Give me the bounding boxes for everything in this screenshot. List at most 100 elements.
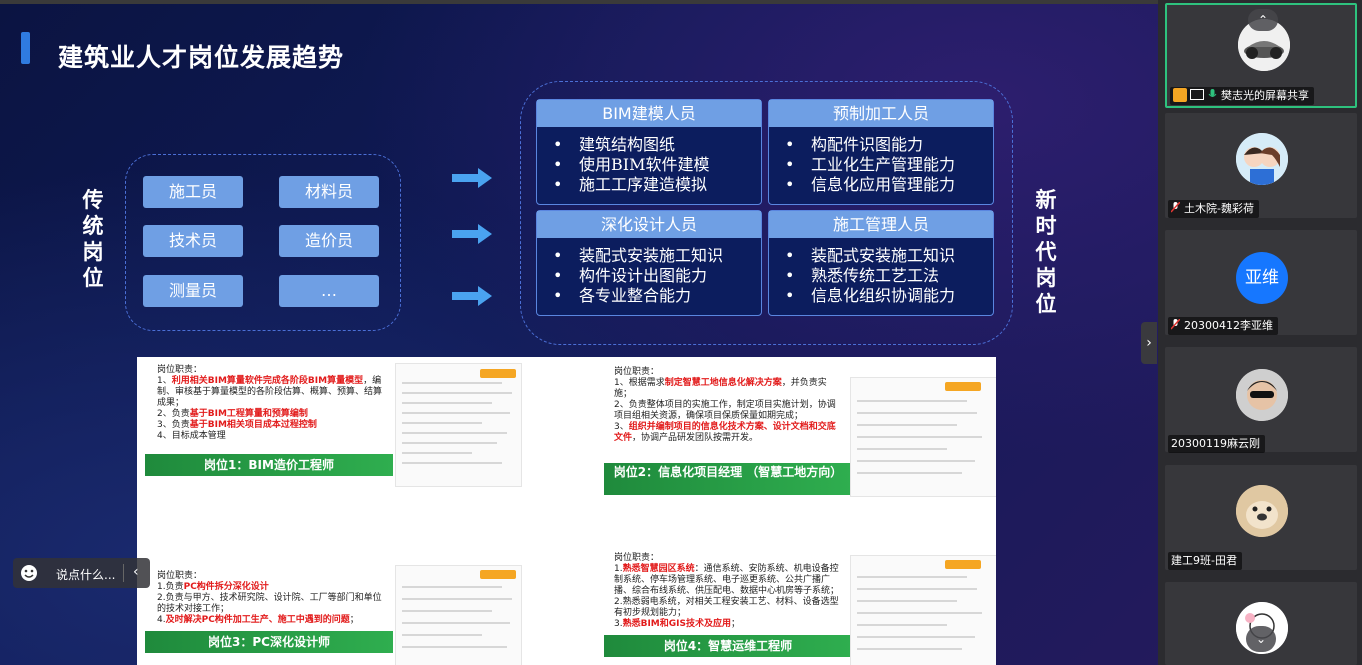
role-material-clerk: 材料员 [279, 176, 379, 208]
traditional-roles-box: 施工员 材料员 技术员 造价员 测量员 … [125, 154, 401, 331]
job-postings-collage: 岗位职责： 1、利用相关BIM算量软件完成各阶段BIM算量模型，编制、审核基于算… [137, 357, 996, 665]
text-line [402, 646, 507, 648]
duty-prefix: 2. [157, 593, 166, 603]
participant-name: 建工9班-田君 [1171, 554, 1237, 567]
job-screenshot-thumbnail [850, 555, 996, 665]
mic-muted-icon [1171, 202, 1180, 213]
card-title: 预制加工人员 [769, 100, 993, 127]
arrow-right-icon [452, 224, 492, 244]
duty-line: 3、负责基于BIM相关项目成本过程控制 [157, 420, 387, 431]
chevron-up-icon[interactable]: ⌃ [1248, 9, 1278, 31]
duty-line: 4、目标成本管理 [157, 431, 387, 442]
participant-name: 20300412李亚维 [1184, 319, 1273, 332]
participant-name: 土木院-魏彩荷 [1184, 202, 1254, 215]
participant-tile[interactable]: ⌄ [1165, 582, 1357, 665]
divider [123, 564, 124, 582]
mic-muted-icon [1171, 319, 1180, 330]
duty-prefix: 1、 [157, 376, 172, 386]
participant-tile[interactable]: ⌃ 樊志光的屏幕共享 [1165, 3, 1357, 108]
duty-prefix: 1.负责 [157, 582, 184, 592]
role-cost-estimator: 造价员 [279, 225, 379, 257]
participant-name: 20300119麻云刚 [1171, 437, 1260, 450]
card-item: 构件设计出图能力 [553, 266, 761, 286]
job-banner: 岗位2：信息化项目经理 （智慧工地方向） [604, 463, 852, 495]
participant-nametag: 20300412李亚维 [1168, 317, 1278, 335]
apply-button-thumb [480, 570, 516, 579]
card-item: 信息化组织协调能力 [785, 286, 993, 306]
screen-share-icon [1190, 89, 1204, 100]
collapse-sidebar-button[interactable]: › [1141, 322, 1157, 364]
text-line [857, 412, 977, 414]
avatar [1236, 369, 1288, 421]
apply-button-thumb [945, 382, 981, 391]
duty-prefix: 3、 [614, 422, 629, 432]
job-posting-2: 岗位职责： 1、根据需求制定智慧工地信息化解决方案，并负责实施； 2、负责整体项… [602, 365, 852, 495]
text-line [402, 598, 512, 600]
participant-tile[interactable]: 土木院-魏彩荷 [1165, 113, 1357, 218]
participant-nametag: 建工9班-田君 [1168, 552, 1242, 570]
job-description: 岗位职责： 1、根据需求制定智慧工地信息化解决方案，并负责实施； 2、负责整体项… [614, 367, 842, 444]
apply-button-thumb [945, 560, 981, 569]
duty-text: 熟悉弱电系统，对相关工程安装工艺、材料、设备选型有初步规划能力； [614, 597, 839, 618]
job-description: 岗位职责： 1.负责PC构件拆分深化设计 2.负责与甲方、技术研究院、设计院、工… [157, 571, 387, 626]
text-line [857, 460, 975, 462]
duty-text: 负责整体项目的实施工作，制定项目实施计划，协调项目组相关资源，确保项目保质保量如… [614, 400, 836, 421]
chevron-down-icon[interactable]: ⌄ [1246, 626, 1276, 652]
new-label-char: 岗 [1035, 266, 1057, 290]
traditional-label-char: 传 [82, 188, 104, 212]
duty-prefix: 2、负责 [157, 409, 190, 419]
job-description: 岗位职责： 1.熟悉智慧园区系统：通信系统、安防系统、机电设备控制系统、停车场管… [614, 553, 842, 630]
text-line [857, 436, 982, 438]
card-item: 各专业整合能力 [553, 286, 761, 306]
text-line [857, 612, 982, 614]
duty-line: 2.熟悉弱电系统，对相关工程安装工艺、材料、设备选型有初步规划能力； [614, 597, 842, 619]
text-line [402, 622, 510, 624]
duty-highlight: 制定智慧工地信息化解决方案 [664, 378, 782, 388]
chat-placeholder[interactable]: 说点什么... [56, 566, 115, 583]
duty-prefix: 2. [614, 597, 623, 607]
duty-text: ； [730, 619, 740, 629]
card-item: 熟悉传统工艺工法 [785, 266, 993, 286]
participant-tile[interactable]: 亚维 20300412李亚维 [1165, 230, 1357, 335]
duty-prefix: 4. [157, 615, 166, 625]
text-line [857, 448, 947, 450]
card-item: 装配式安装施工知识 [785, 246, 993, 266]
job-banner: 岗位4：智慧运维工程师 [604, 635, 852, 657]
text-line [857, 588, 977, 590]
card-title: 施工管理人员 [769, 211, 993, 238]
avatar-initials: 亚维 [1236, 252, 1288, 304]
collapse-chat-icon[interactable]: ‹ [133, 564, 139, 580]
text-line [402, 392, 512, 394]
text-line [402, 412, 510, 414]
card-bim-modeler: BIM建模人员 建筑结构图纸 使用BIM软件建模 施工工序建造模拟 [536, 99, 762, 205]
job-banner: 岗位1：BIM造价工程师 [145, 454, 393, 476]
duty-line: 1.熟悉智慧园区系统：通信系统、安防系统、机电设备控制系统、停车场管理系统、电子… [614, 564, 842, 597]
duty-prefix: 1、根据需求 [614, 378, 665, 388]
duty-highlight: 基于BIM相关项目成本过程控制 [189, 420, 317, 430]
text-line [857, 600, 957, 602]
job-screenshot-thumbnail [395, 363, 522, 487]
duty-prefix: 4、 [157, 431, 172, 441]
participant-tile[interactable]: 建工9班-田君 [1165, 465, 1357, 570]
participant-tile[interactable]: 20300119麻云刚 [1165, 347, 1357, 453]
traditional-label-char: 统 [82, 214, 104, 238]
duty-prefix: 3、负责 [157, 420, 190, 430]
participant-nametag: 土木院-魏彩荷 [1168, 200, 1259, 218]
job-banner: 岗位3：PC深化设计师 [145, 631, 393, 653]
duty-line: 2、负责基于BIM工程算量和预算编制 [157, 409, 387, 420]
duty-highlight: 熟悉BIM和GIS技术及应用 [622, 619, 731, 629]
traditional-label-char: 岗 [82, 240, 104, 264]
avatar [1236, 485, 1288, 537]
emoji-icon[interactable] [20, 564, 38, 582]
role-construction-worker: 施工员 [143, 176, 243, 208]
card-item: 使用BIM软件建模 [553, 155, 761, 175]
chat-input[interactable]: 说点什么... ‹ [13, 558, 150, 588]
duty-text: 负责与甲方、技术研究院、设计院、工厂等部门和单位的技术对接工作； [157, 593, 382, 614]
job-posting-4: 岗位职责： 1.熟悉智慧园区系统：通信系统、安防系统、机电设备控制系统、停车场管… [602, 551, 852, 663]
text-line [402, 432, 507, 434]
job-screenshot-thumbnail [850, 377, 996, 497]
new-label-char: 代 [1035, 240, 1057, 264]
text-line [857, 636, 975, 638]
apply-button-thumb [480, 369, 516, 378]
job-posting-1: 岗位职责： 1、利用相关BIM算量软件完成各阶段BIM算量模型，编制、审核基于算… [145, 363, 395, 478]
